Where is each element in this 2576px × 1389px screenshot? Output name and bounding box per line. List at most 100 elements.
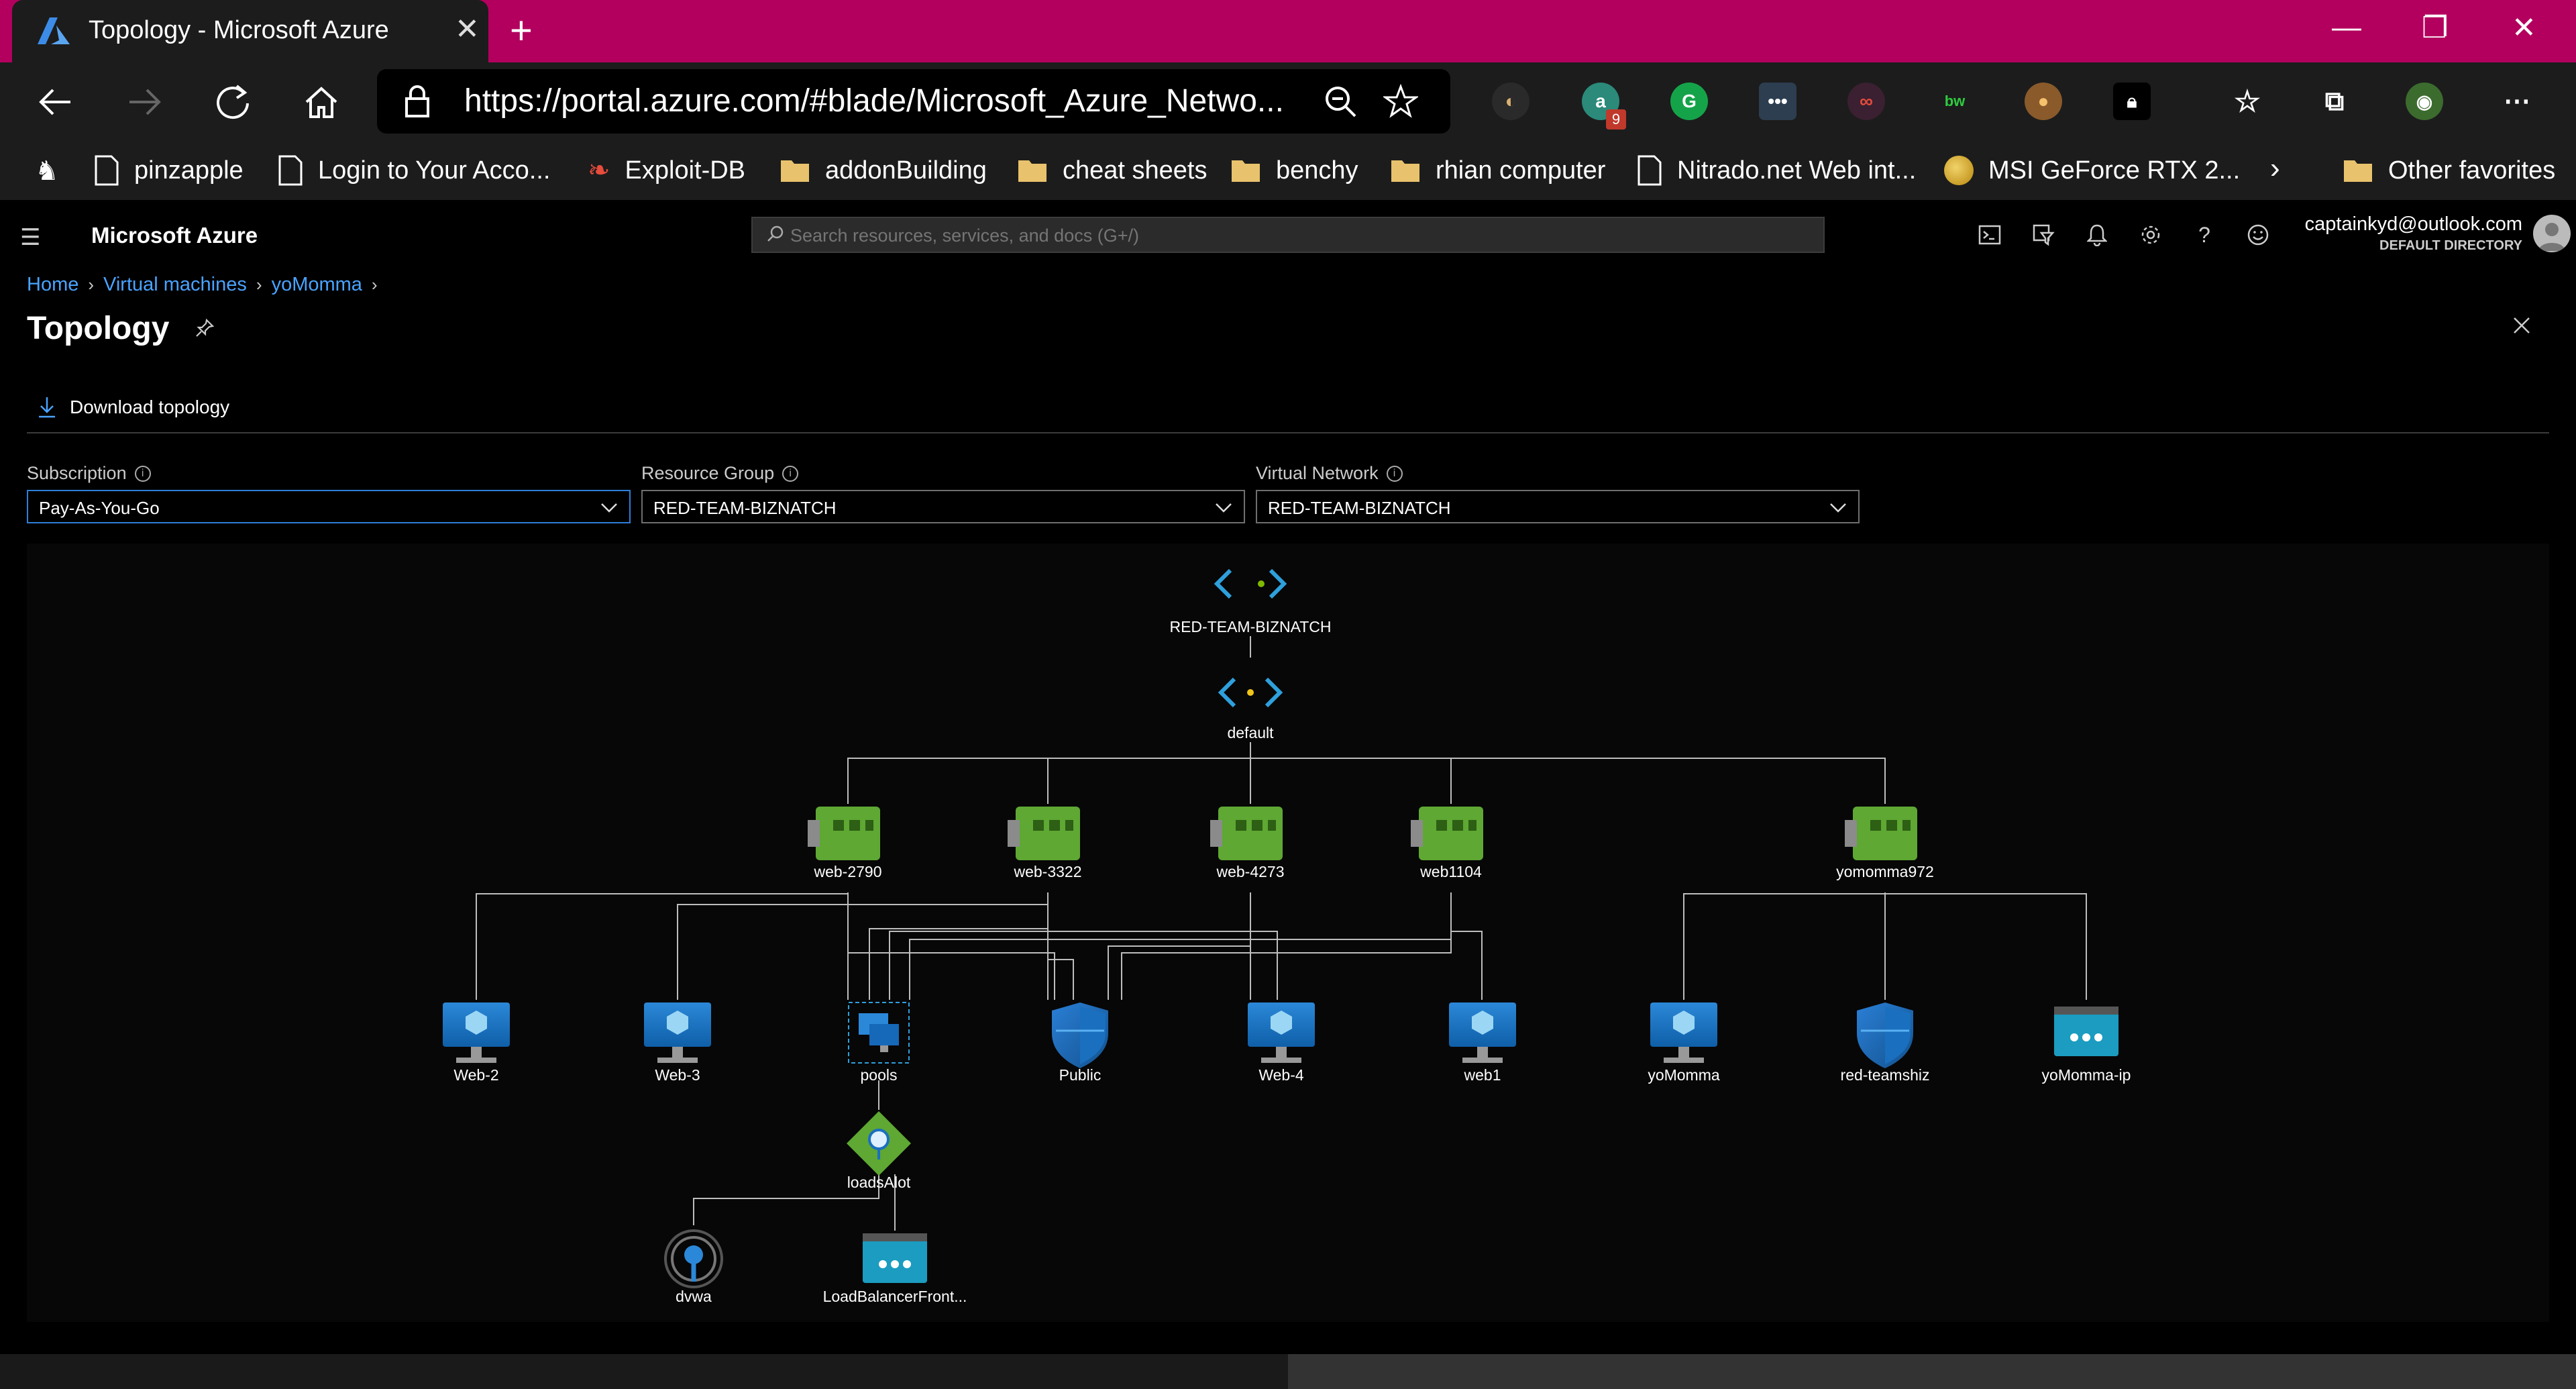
breadcrumb-virtual-machines[interactable]: Virtual machines [103,274,247,296]
favorite-item[interactable]: Nitrado.net Web int... [1637,153,1916,188]
extension-mask-icon[interactable]: ◐ [1492,83,1529,120]
svg-text:Web-2: Web-2 [453,1066,498,1084]
more-menu-icon[interactable]: ⋯ [2498,83,2536,120]
extension-cookie-icon[interactable]: ● [2025,83,2062,120]
nic-node[interactable]: web-3322 [1008,807,1082,880]
nsg-node[interactable]: Public [1052,1002,1108,1084]
url-text[interactable]: https://portal.azure.com/#blade/Microsof… [464,83,1284,119]
svg-text:LoadBalancerFront...: LoadBalancerFront... [823,1288,967,1305]
favorite-item[interactable]: Login to Your Acco... [278,153,551,188]
page-title: Topology [27,311,170,346]
close-blade-icon[interactable] [2512,315,2532,336]
hamburger-menu-icon[interactable]: ☰ [20,224,40,251]
profile-avatar-icon[interactable]: ◉ [2406,83,2443,120]
forward-icon[interactable] [121,79,168,125]
home-icon[interactable] [298,79,345,125]
favorite-folder[interactable]: rhian computer [1390,153,1605,188]
account-info[interactable]: captainkyd@outlook.com DEFAULT DIRECTORY [2305,213,2522,254]
help-icon[interactable]: ? [2190,220,2219,250]
restore-icon[interactable]: ❐ [2422,11,2448,45]
tab-close-icon[interactable]: ✕ [455,12,480,46]
vm-node[interactable]: Web-4 [1248,1002,1315,1084]
favorites-hub-icon[interactable]: ☆ [2229,83,2266,120]
backend-pool-node[interactable]: pools [848,1002,910,1084]
cloud-shell-icon[interactable] [1975,220,2004,250]
favorite-item[interactable]: MSI GeForce RTX 2... [1944,153,2240,188]
favorites-app-icon[interactable]: ♞ [35,156,59,187]
breadcrumb-vm[interactable]: yoMomma [272,274,362,296]
favorite-folder[interactable]: benchy [1230,153,1358,188]
new-tab-icon[interactable]: + [510,8,533,53]
frontend-ip-node[interactable]: LoadBalancerFront... [823,1233,967,1305]
vm-node[interactable]: Web-3 [644,1002,711,1084]
topology-diagram[interactable]: RED-TEAM-BIZNATCH default web-2790 web-3… [27,544,2549,1322]
virtual-network-dropdown[interactable]: RED-TEAM-BIZNATCH [1256,490,1860,523]
refresh-icon[interactable] [209,79,256,125]
extension-lock-icon[interactable]: 🔒︎ [2113,83,2151,120]
other-favorites-folder[interactable]: Other favorites [2343,153,2555,188]
subnet-label: default [1227,724,1274,741]
extension-bw-icon[interactable]: bw [1936,83,1974,120]
zoom-icon[interactable] [1323,84,1358,119]
favorite-folder[interactable]: addonBuilding [780,153,987,188]
browser-toolbar: https://portal.azure.com/#blade/Microsof… [0,62,2576,141]
password-manager-icon[interactable]: ••• [1759,83,1796,120]
avatar[interactable] [2533,215,2571,252]
scrollbar-thumb[interactable] [1288,1354,2576,1389]
extension-glasses-icon[interactable]: ∞ [1847,83,1885,120]
favorite-star-icon[interactable] [1383,84,1418,119]
vm-node[interactable]: web1 [1449,1002,1516,1084]
chevron-right-icon: › [371,274,378,295]
nsg-node[interactable]: red-teamshiz [1841,1002,1930,1084]
public-ip-node[interactable]: yoMomma-ip [2042,1007,2131,1084]
download-topology-button[interactable]: Download topology [38,396,229,419]
subscription-dropdown[interactable]: Pay-As-You-Go [27,490,631,523]
favorites-overflow-chevron-icon[interactable]: › [2270,152,2280,185]
azure-brand[interactable]: Microsoft Azure [91,223,258,248]
svg-text:Public: Public [1059,1066,1102,1084]
notifications-bell-icon[interactable] [2082,220,2112,250]
topology-canvas[interactable]: RED-TEAM-BIZNATCH default web-2790 web-3… [27,544,2549,1322]
search-input[interactable] [790,222,1796,249]
nic-node[interactable]: yomomma972 [1836,807,1934,880]
vm-node[interactable]: Web-2 [443,1002,510,1084]
favorite-item[interactable]: ❧ Exploit-DB [588,153,745,188]
grammarly-icon[interactable]: G [1670,83,1708,120]
vm-node[interactable]: yoMomma [1648,1002,1720,1084]
info-icon[interactable]: i [782,465,799,482]
account-directory: DEFAULT DIRECTORY [2379,238,2522,253]
folder-icon [1232,160,1260,182]
breadcrumb-home[interactable]: Home [27,274,78,296]
nic-node[interactable]: web-4273 [1210,807,1285,880]
folder-icon [781,160,809,182]
minimize-icon[interactable]: — [2332,11,2361,44]
horizontal-scrollbar[interactable] [0,1354,2576,1389]
settings-gear-icon[interactable] [2136,220,2165,250]
page-icon [95,155,119,186]
account-email: captainkyd@outlook.com [2304,213,2522,235]
info-icon[interactable]: i [1386,465,1403,482]
pin-icon[interactable] [195,318,215,338]
resource-group-dropdown[interactable]: RED-TEAM-BIZNATCH [641,490,1245,523]
vnet-node[interactable]: RED-TEAM-BIZNATCH [1169,568,1332,635]
collections-icon[interactable]: ⧉ [2316,83,2353,120]
info-icon[interactable]: i [134,465,151,482]
breadcrumb: Home › Virtual machines › yoMomma › [27,274,378,296]
nic-node[interactable]: web1104 [1411,807,1483,880]
window-close-icon[interactable]: ✕ [2512,11,2536,45]
favorite-item[interactable]: pinzapple [94,153,244,188]
feedback-smiley-icon[interactable] [2243,220,2273,250]
svg-text:loadsAlot: loadsAlot [847,1174,911,1191]
load-balancer-node[interactable]: loadsAlot [847,1111,911,1191]
address-bar[interactable]: https://portal.azure.com/#blade/Microsof… [377,69,1450,134]
favorite-folder[interactable]: cheat sheets [1017,153,1207,188]
probe-node[interactable]: dvwa [664,1229,723,1305]
page-icon [1638,155,1662,186]
subnet-node[interactable]: default [1218,677,1283,741]
back-icon[interactable] [32,79,79,125]
directory-filter-icon[interactable] [2029,220,2058,250]
browser-tab[interactable]: Topology - Microsoft Azure ✕ [12,0,488,62]
nic-node[interactable]: web-2790 [808,807,882,880]
svg-text:Web-4: Web-4 [1258,1066,1304,1084]
global-search[interactable] [751,217,1825,253]
